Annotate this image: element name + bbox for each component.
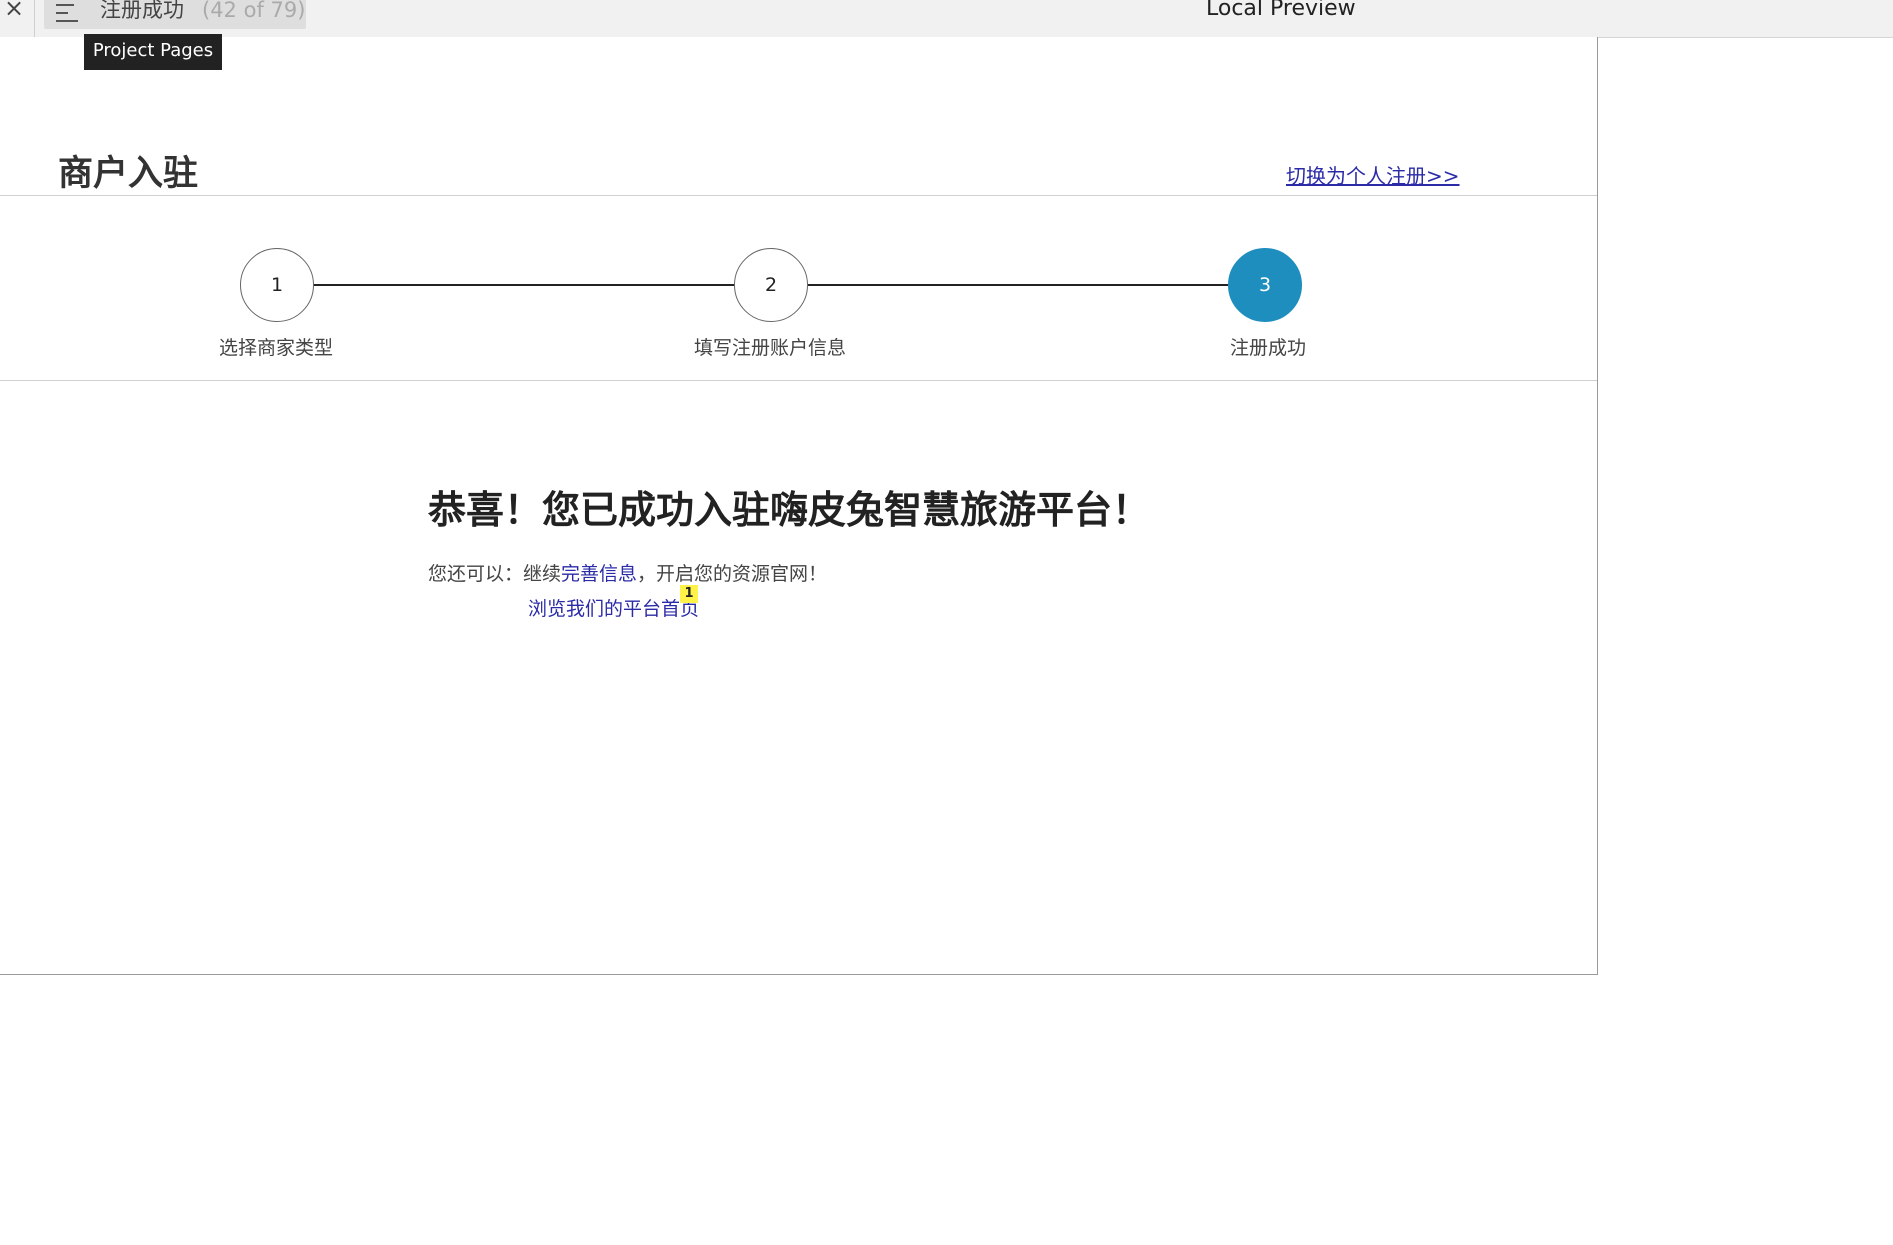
- switch-personal-register-link[interactable]: 切换为个人注册>>: [1286, 161, 1460, 191]
- close-icon[interactable]: ×: [4, 0, 24, 22]
- step-3-circle: 3: [1228, 248, 1302, 322]
- current-page-name: 注册成功: [100, 0, 184, 22]
- success-heading: 恭喜！您已成功入驻嗨皮兔智慧旅游平台！: [428, 488, 1151, 532]
- step-connector-2: [806, 284, 1230, 286]
- home-link-row: 浏览我们的平台首页: [528, 595, 699, 623]
- toolbar-divider: [34, 0, 35, 37]
- preview-toolbar: × 注册成功 (42 of 79) Local Preview: [0, 0, 1893, 38]
- hamburger-icon[interactable]: [56, 4, 78, 26]
- step-2-label: 填写注册账户信息: [693, 337, 846, 359]
- next-steps-suffix: ，开启您的资源官网！: [637, 563, 828, 585]
- step-2-circle: 2: [734, 248, 808, 322]
- next-steps-prefix: 您还可以：继续: [428, 563, 562, 585]
- next-steps-text: 您还可以：继续完善信息，开启您的资源官网！: [428, 560, 827, 588]
- project-pages-tooltip: Project Pages: [84, 34, 222, 70]
- page-frame: 商户入驻 切换为个人注册>> 1 2 3 选择商家类型 填写注册账户信息 注册成…: [0, 37, 1598, 975]
- step-connector-1: [312, 284, 736, 286]
- page-title: 商户入驻: [58, 154, 199, 194]
- step-1-circle: 1: [240, 248, 314, 322]
- preview-title: Local Preview: [1206, 0, 1356, 21]
- complete-info-link[interactable]: 完善信息: [561, 563, 637, 585]
- page-count: (42 of 79): [202, 0, 306, 22]
- header-divider: [0, 195, 1597, 196]
- hotspot-badge[interactable]: 1: [680, 585, 698, 603]
- page-selector[interactable]: 注册成功 (42 of 79): [44, 0, 306, 29]
- platform-home-link[interactable]: 浏览我们的平台首页: [528, 598, 699, 620]
- step-1-label: 选择商家类型: [218, 337, 333, 359]
- steps-divider: [0, 380, 1597, 381]
- step-3-label: 注册成功: [1229, 337, 1306, 359]
